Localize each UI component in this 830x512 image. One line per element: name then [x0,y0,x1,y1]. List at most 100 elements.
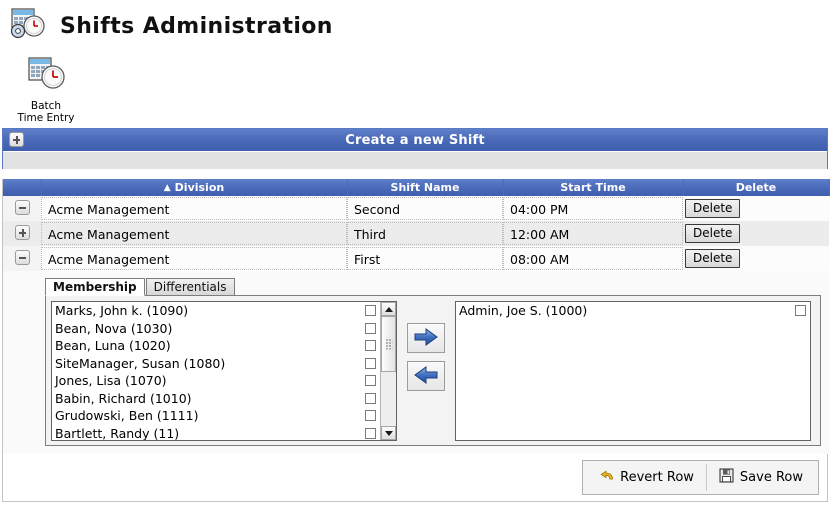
row-action-bar: Revert Row Save Row [3,454,827,495]
list-item-label: Grudowski, Ben (1111) [55,408,199,424]
available-list-scrollbar[interactable] [380,302,396,440]
shifts-grid: ▲ Division Shift Name Start Time Delete A… [3,179,830,454]
cell-delete: Delete [683,196,829,221]
minus-icon[interactable] [14,249,30,265]
batch-time-entry-label: Batch Time Entry [17,100,75,124]
cell-shift-name-text: Third [347,222,503,245]
scroll-up-button[interactable] [381,302,396,316]
available-members-listbox[interactable]: Marks, John k. (1090) Bean, Nova (1030) … [51,301,397,441]
list-item[interactable]: Admin, Joe S. (1000) [456,302,810,320]
list-item-checkbox[interactable] [365,410,376,422]
cell-division[interactable]: Acme Management [41,246,347,271]
table-row[interactable]: Acme Management Second 04:00 PM Delete [3,196,829,221]
add-member-button[interactable] [407,323,445,353]
table-row[interactable]: Acme Management First 08:00 AM Delete [3,246,829,271]
revert-row-label: Revert Row [620,470,694,485]
cell-division[interactable]: Acme Management [41,221,347,246]
assigned-members-items: Admin, Joe S. (1000) [456,302,810,440]
cell-start-time[interactable]: 04:00 PM [503,196,683,221]
plus-icon[interactable] [9,132,24,147]
cell-shift-name-text: First [347,247,503,270]
revert-row-button[interactable]: Revert Row [586,464,707,491]
cell-shift-name[interactable]: Third [347,221,503,246]
cell-shift-name[interactable]: First [347,246,503,271]
list-item[interactable]: Bean, Luna (1020) [52,337,380,355]
list-item[interactable]: Bartlett, Randy (11) [52,425,380,440]
undo-icon [598,469,614,487]
column-header-delete: Delete [683,179,830,196]
list-item-checkbox[interactable] [365,357,376,369]
column-header-division-label: Division [174,181,225,194]
row-action-button-group: Revert Row Save Row [582,460,819,495]
create-shift-title: Create a new Shift [345,132,485,148]
cell-division[interactable]: Acme Management [41,196,347,221]
floppy-disk-icon [719,468,734,487]
table-row[interactable]: Acme Management Third 12:00 AM Delete [3,221,829,246]
grip-dots-icon [385,338,392,350]
cell-start-time[interactable]: 12:00 AM [503,221,683,246]
remove-member-button[interactable] [407,361,445,391]
list-item-label: Babin, Richard (1010) [55,390,192,406]
cell-start-time-text: 04:00 PM [503,197,683,220]
list-item-label: Bean, Nova (1030) [55,320,173,336]
list-item-label: Marks, John k. (1090) [55,303,189,319]
column-header-shift-name[interactable]: Shift Name [347,179,504,196]
column-header-division[interactable]: ▲ Division [41,179,348,196]
list-item-checkbox[interactable] [365,340,376,352]
list-item[interactable]: Jones, Lisa (1070) [52,372,380,390]
list-item[interactable]: Bean, Nova (1030) [52,320,380,338]
cell-start-time-text: 12:00 AM [503,222,683,245]
calendar-clock-icon [23,54,69,97]
assigned-members-listbox[interactable]: Admin, Joe S. (1000) [455,301,811,441]
cell-delete: Delete [683,246,829,271]
list-item-label: Admin, Joe S. (1000) [459,303,588,319]
delete-button[interactable]: Delete [685,249,741,268]
cell-start-time[interactable]: 08:00 AM [503,246,683,271]
cell-division-text: Acme Management [41,197,347,220]
list-item[interactable]: Grudowski, Ben (1111) [52,407,380,425]
tab-differentials[interactable]: Differentials [145,278,235,295]
list-item[interactable]: Marks, John k. (1090) [52,302,380,320]
membership-tab-body: Marks, John k. (1090) Bean, Nova (1030) … [45,296,821,446]
row-expander-cell[interactable] [3,246,41,271]
shifts-grid-panel: ▲ Division Shift Name Start Time Delete A… [2,179,830,502]
arrow-left-icon [413,365,439,388]
toolbar: Batch Time Entry [0,44,830,128]
scroll-down-button[interactable] [381,426,396,440]
column-header-start-time[interactable]: Start Time [503,179,684,196]
scroll-track[interactable] [381,316,396,426]
list-item[interactable]: Babin, Richard (1010) [52,390,380,408]
row-expander-cell[interactable] [3,221,41,246]
list-item-checkbox[interactable] [365,427,376,439]
delete-button[interactable]: Delete [685,199,741,218]
list-item-checkbox[interactable] [365,375,376,387]
scroll-thumb[interactable] [381,316,396,372]
list-item-label: SiteManager, Susan (1080) [55,355,226,371]
cell-division-text: Acme Management [41,222,347,245]
list-item-checkbox[interactable] [365,322,376,334]
row-expander-cell[interactable] [3,196,41,221]
list-item-label: Bean, Luna (1020) [55,338,171,354]
save-row-button[interactable]: Save Row [707,464,815,491]
cell-shift-name-text: Second [347,197,503,220]
batch-time-entry-launcher[interactable]: Batch Time Entry [10,54,82,124]
plus-icon[interactable] [14,224,30,240]
list-item-checkbox[interactable] [795,305,806,317]
minus-icon[interactable] [14,199,30,215]
list-item-label: Bartlett, Randy (11) [55,425,180,440]
cell-division-text: Acme Management [41,247,347,270]
list-item-checkbox[interactable] [365,392,376,404]
list-item-checkbox[interactable] [365,305,376,317]
page-title: Shifts Administration [60,13,333,39]
cell-start-time-text: 08:00 AM [503,247,683,270]
create-shift-bar[interactable]: Create a new Shift [3,129,827,151]
cell-shift-name[interactable]: Second [347,196,503,221]
create-shift-body [3,151,827,169]
triangle-down-icon [384,430,393,436]
delete-button[interactable]: Delete [685,224,741,243]
save-row-label: Save Row [739,470,803,485]
triangle-up-icon: ▲ [163,183,171,193]
transfer-buttons [407,301,445,391]
tab-membership[interactable]: Membership [45,278,145,296]
list-item[interactable]: SiteManager, Susan (1080) [52,355,380,373]
